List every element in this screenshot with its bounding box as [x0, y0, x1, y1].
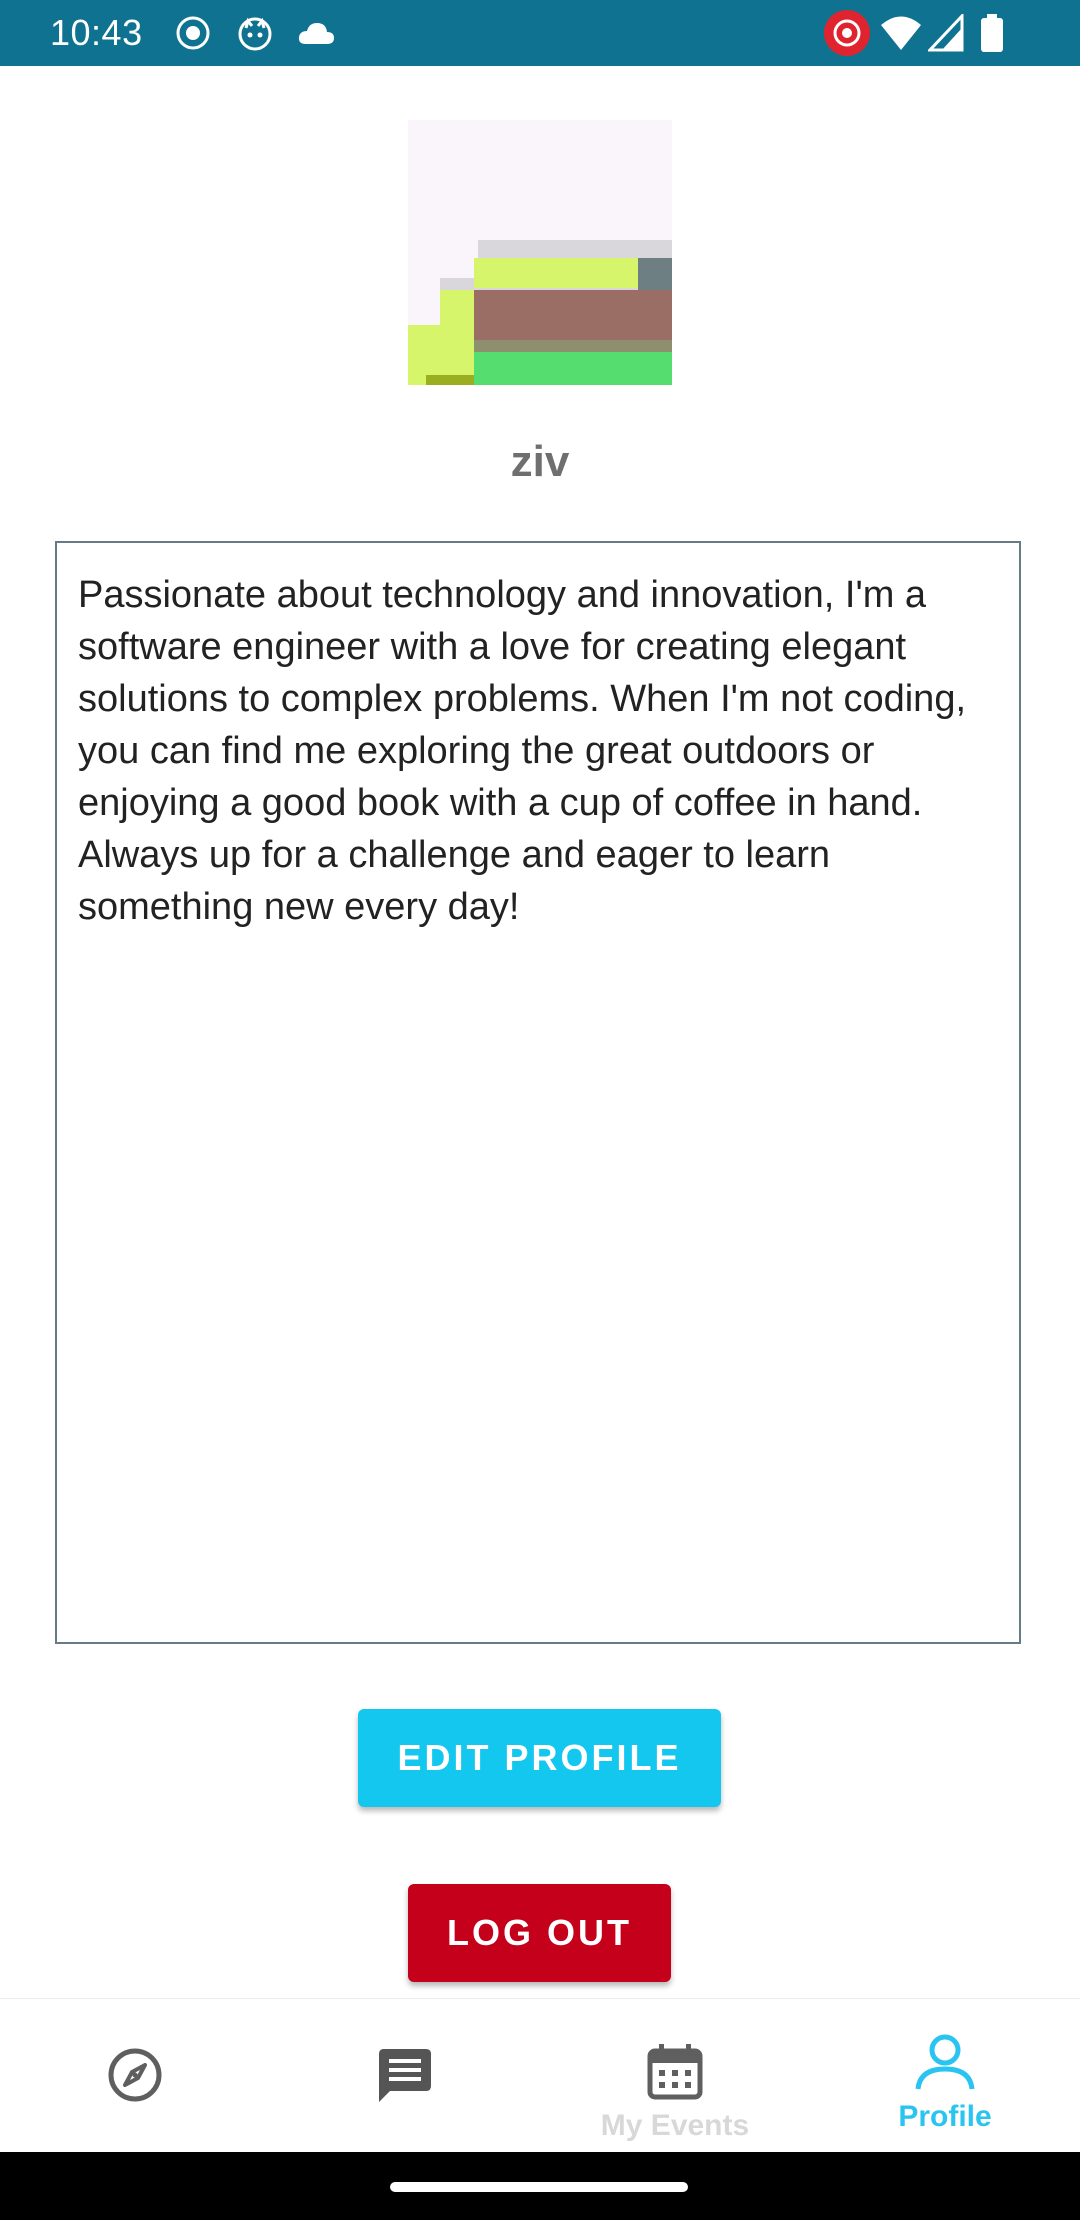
chat-icon — [376, 2046, 434, 2104]
status-bar: 10:43 — [0, 0, 1080, 66]
cloud-icon — [296, 14, 336, 52]
wifi-icon — [880, 14, 922, 52]
nav-my-events-label: My Events — [600, 2109, 750, 2142]
profile-screen: 10:43 ziv Passionate about technology an… — [0, 0, 1080, 2220]
nav-explore[interactable] — [0, 1999, 270, 2153]
system-nav-bar — [0, 2152, 1080, 2220]
avatar[interactable] — [408, 120, 672, 385]
bottom-nav: My Events Profile — [0, 1998, 1080, 2153]
edit-profile-button[interactable]: EDIT PROFILE — [358, 1709, 721, 1807]
calendar-icon — [647, 2043, 703, 2101]
nav-my-events[interactable]: My Events — [540, 1999, 810, 2153]
status-time: 10:43 — [50, 12, 143, 53]
record-icon — [174, 14, 212, 52]
person-icon — [914, 2033, 976, 2091]
bio-field[interactable]: Passionate about technology and innovati… — [55, 541, 1021, 1644]
battery-icon — [980, 14, 1004, 52]
username: ziv — [510, 437, 570, 486]
nav-profile-label: Profile — [898, 2100, 992, 2133]
bio-text: Passionate about technology and innovati… — [78, 574, 967, 928]
log-out-button[interactable]: LOG OUT — [408, 1884, 671, 1982]
home-handle[interactable] — [390, 2182, 688, 2192]
nav-chat[interactable] — [270, 1999, 540, 2153]
cast-record-icon — [822, 10, 872, 56]
cat-icon — [236, 14, 274, 52]
nav-profile[interactable]: Profile — [810, 1999, 1080, 2153]
signal-icon — [928, 14, 964, 52]
compass-icon — [106, 2046, 164, 2104]
